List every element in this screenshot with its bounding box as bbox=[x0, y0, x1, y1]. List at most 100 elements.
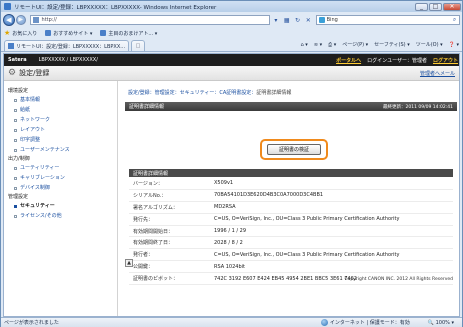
sidebar-item-network[interactable]: ネットワーク bbox=[4, 115, 117, 125]
sidebar-item-utility[interactable]: ユーティリティー bbox=[4, 163, 117, 173]
highlight-frame: 証明書の検証 bbox=[260, 139, 328, 160]
bullet-icon bbox=[14, 214, 17, 218]
print-icon[interactable]: ⎙ ▾ bbox=[328, 42, 336, 48]
address-bar[interactable]: http:// bbox=[29, 15, 270, 25]
bullet-icon bbox=[14, 186, 17, 190]
home-icon[interactable]: ⌂ ▾ bbox=[301, 42, 308, 48]
dropdown-icon[interactable]: ▾ bbox=[272, 16, 281, 25]
page-icon bbox=[8, 43, 14, 49]
table-row: 有効期間開始日： 1996 / 1 / 29 bbox=[129, 226, 453, 238]
browser-window: リモートUI：設定/登録：LBPXXXXX：LBPXXXXX- Windows … bbox=[0, 0, 463, 327]
table-row: 有効期間終了日： 2028 / 8 / 2 bbox=[129, 237, 453, 250]
site-icon bbox=[100, 30, 107, 36]
bullet-icon bbox=[14, 176, 17, 180]
sidebar-item-user-maintenance[interactable]: ユーザーメンテナンス bbox=[4, 145, 117, 155]
favorites-bar: ★ お気に入り おすすめサイト ▾ 主目のおまけアト... ▾ bbox=[1, 28, 462, 38]
status-bar: ページが表示されました インターネット | 保護モード：有効 🔍 100% ▾ bbox=[1, 317, 462, 327]
globe-icon bbox=[320, 319, 328, 326]
sidebar-item-paper[interactable]: 給紙 bbox=[4, 105, 117, 115]
last-updated: 最終更新：2011 09/09 14:02:41 bbox=[383, 104, 453, 110]
refresh-icon[interactable]: ↻ bbox=[293, 16, 302, 25]
breadcrumb: 設定/登録：管理設定：セキュリティー：CA証明書設定：証明書詳細情報 bbox=[128, 89, 291, 96]
minimize-button[interactable]: _ bbox=[415, 2, 428, 11]
stop-icon[interactable]: ✕ bbox=[304, 16, 313, 25]
sidebar-section: 管理設定 bbox=[8, 194, 29, 200]
suggested-sites-link[interactable]: おすすめサイト ▾ bbox=[45, 30, 92, 37]
back-button[interactable]: ◀ bbox=[3, 14, 15, 26]
bullet-icon bbox=[14, 148, 17, 152]
sidebar-item-license[interactable]: ライセンス/その他 bbox=[4, 211, 117, 221]
web-slice-link[interactable]: 主目のおまけアト... ▾ bbox=[100, 30, 157, 37]
search-text: Bing bbox=[326, 17, 338, 23]
favorites-button[interactable]: ★ お気に入り bbox=[4, 29, 37, 37]
sidebar-section: 出力/制御 bbox=[8, 156, 30, 162]
bullet-icon bbox=[14, 166, 17, 170]
close-button[interactable]: ✕ bbox=[443, 2, 461, 11]
bullet-icon bbox=[14, 128, 17, 132]
copyright: Copyright CANON INC. 2012 All Rights Res… bbox=[344, 277, 453, 282]
table-row: 署名アルゴリズム： MD2RSA bbox=[129, 202, 453, 214]
tools-menu[interactable]: ツール(O) ▾ bbox=[416, 41, 443, 48]
compat-view-icon[interactable]: ▦ bbox=[282, 16, 291, 25]
table-row: バージョン： X509v1 bbox=[129, 178, 453, 190]
details-table: バージョン： X509v1 シリアルNo.： 70BA54101D3E620D4B3… bbox=[129, 178, 453, 286]
window-title: リモートUI：設定/登録：LBPXXXXX：LBPXXXXX- Windows … bbox=[14, 4, 217, 11]
table-row: 発行者： C=US, O=VeriSign, Inc., OU=Class 3 P… bbox=[129, 249, 453, 262]
forward-button[interactable]: ▶ bbox=[15, 15, 26, 25]
tab-remote-ui[interactable]: リモートUI：設定/登録：LBPXXXXX：LBPXX... bbox=[4, 40, 130, 51]
brand-name: Satera bbox=[8, 57, 27, 63]
help-menu[interactable]: ❓ ▾ bbox=[449, 42, 459, 48]
page-menu[interactable]: ページ(P) ▾ bbox=[342, 41, 368, 48]
bullet-icon bbox=[14, 108, 17, 112]
sidebar-section: 環境設定 bbox=[8, 88, 29, 94]
title-bar: リモートUI：設定/登録：LBPXXXXX：LBPXXXXX- Windows … bbox=[1, 1, 462, 12]
bullet-icon bbox=[14, 98, 17, 102]
printer-header: Satera LBPXXXXX / LBPXXXXX/ ポータルへ ログインユー… bbox=[4, 54, 459, 66]
bing-icon bbox=[318, 17, 325, 23]
star-icon: ★ bbox=[4, 29, 11, 37]
breadcrumb-current: 証明書詳細情報 bbox=[256, 90, 292, 96]
maximize-button[interactable]: □ bbox=[429, 2, 442, 11]
sidebar-item-basic-info[interactable]: 基本情報 bbox=[4, 95, 117, 105]
sidebar-item-print-adjust[interactable]: 印字調整 bbox=[4, 135, 117, 145]
gear-icon: ⚙ bbox=[8, 68, 17, 78]
site-icon bbox=[45, 30, 52, 36]
zoom-control[interactable]: 🔍 100% ▾ bbox=[428, 320, 454, 326]
details-header: 証明書詳細情報 bbox=[129, 169, 453, 177]
safety-menu[interactable]: セーフティ(S) ▾ bbox=[374, 41, 410, 48]
section-title: 証明書詳細情報 bbox=[129, 104, 165, 110]
zone-text: インターネット | 保護モード：有効 bbox=[329, 320, 410, 326]
table-row: 公開鍵： RSA 1024bit bbox=[129, 261, 453, 274]
search-icon[interactable]: ⌕ bbox=[450, 16, 459, 24]
sidebar-item-calibration[interactable]: キャリブレーション bbox=[4, 173, 117, 183]
page-title: 設定/登録 bbox=[19, 69, 50, 77]
login-user: ログインユーザー：管理者 bbox=[367, 57, 427, 64]
sidebar-item-layout[interactable]: レイアウト bbox=[4, 125, 117, 135]
portal-link[interactable]: ポータルへ bbox=[336, 57, 361, 64]
status-text: ページが表示されました bbox=[4, 320, 59, 326]
page-content: Satera LBPXXXXX / LBPXXXXX/ ポータルへ ログインユー… bbox=[3, 53, 460, 317]
logout-link[interactable]: ログアウト bbox=[433, 57, 458, 64]
sidebar: 環境設定 基本情報 給紙 ネットワーク レイアウト 印字調整 ユーザーメンテナン… bbox=[4, 81, 118, 316]
feeds-icon[interactable]: ≋ ▾ bbox=[314, 42, 322, 48]
page-top-icon[interactable]: ▲ bbox=[125, 259, 133, 267]
sidebar-item-device-control[interactable]: デバイス制御 bbox=[4, 183, 117, 193]
bullet-icon bbox=[14, 138, 17, 142]
address-text: http:// bbox=[41, 17, 57, 23]
breadcrumb-path[interactable]: 設定/登録：管理設定：セキュリティー：CA証明書設定： bbox=[128, 90, 256, 96]
settings-header: ⚙ 設定/登録 管理者へメール bbox=[4, 66, 459, 81]
security-zone[interactable]: インターネット | 保護モード：有効 🔍 100% ▾ bbox=[320, 319, 462, 326]
new-tab-button[interactable]: □ bbox=[131, 40, 146, 51]
mail-admin-link[interactable]: 管理者へメール bbox=[420, 70, 455, 77]
command-bar: ⌂ ▾ ≋ ▾ ⎙ ▾ ページ(P) ▾ セーフティ(S) ▾ ツール(O) ▾… bbox=[295, 41, 459, 49]
header-links: ポータルへ ログインユーザー：管理者 ログアウト bbox=[330, 57, 459, 64]
verify-certificate-button[interactable]: 証明書の検証 bbox=[267, 144, 321, 155]
ie-icon bbox=[4, 3, 11, 10]
bullet-icon bbox=[14, 118, 17, 122]
bullet-icon bbox=[14, 204, 17, 208]
page-icon bbox=[32, 17, 39, 23]
sidebar-item-security[interactable]: セキュリティー bbox=[4, 201, 117, 211]
address-row: ◀ ▶ http:// ▾ ▦ ↻ ✕ Bing ⌕ bbox=[1, 12, 462, 28]
search-box[interactable]: Bing ⌕ bbox=[315, 15, 461, 25]
printer-model: LBPXXXXX / LBPXXXXX/ bbox=[38, 57, 98, 63]
